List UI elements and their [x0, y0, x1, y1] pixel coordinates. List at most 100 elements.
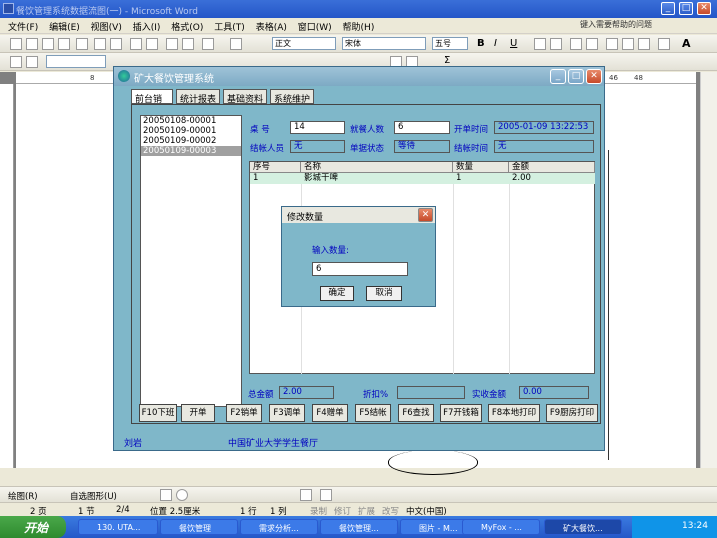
- toolbar-combo[interactable]: [46, 55, 106, 68]
- sigma-icon[interactable]: Σ: [444, 55, 450, 66]
- status-bar: 2 页 1 节 2/4 位置 2.5厘米 1 行 1 列 录制 修订 扩展 改写…: [0, 502, 717, 517]
- table-row-cell[interactable]: 影城干啤: [301, 173, 453, 184]
- autoshape-menu[interactable]: 自选图形(U): [70, 490, 117, 502]
- align-center-icon[interactable]: [586, 38, 598, 50]
- char-border-icon[interactable]: [534, 38, 546, 50]
- permission-icon[interactable]: [58, 38, 70, 50]
- ruler-mark-8: 8: [90, 74, 95, 82]
- line-color-icon[interactable]: [320, 489, 332, 501]
- tab-maintenance[interactable]: 系统维护: [270, 89, 314, 105]
- grid-header-index[interactable]: 序号: [250, 162, 301, 173]
- vertical-scrollbar[interactable]: [700, 72, 717, 468]
- menu-insert[interactable]: 插入(I): [133, 20, 161, 33]
- font-combo[interactable]: 宋体: [342, 37, 426, 50]
- minimize-button[interactable]: _: [661, 2, 675, 15]
- underline-button[interactable]: U: [510, 38, 517, 49]
- task-catering-2[interactable]: 餐饮管理...: [320, 519, 398, 535]
- menu-view[interactable]: 视图(V): [91, 20, 122, 33]
- dialog-close-button[interactable]: ✕: [418, 208, 433, 222]
- list-item-selected[interactable]: 20050109-00003: [141, 146, 241, 156]
- grid-header-name[interactable]: 名称: [301, 162, 453, 173]
- italic-button[interactable]: I: [494, 38, 497, 49]
- tab-sales[interactable]: 前台销售: [131, 89, 173, 118]
- open-order-button[interactable]: 开单: [181, 404, 215, 422]
- hyperlink-icon[interactable]: [230, 38, 242, 50]
- tab-reports[interactable]: 统计报表: [176, 89, 220, 105]
- draw-menu[interactable]: 绘图(R): [8, 490, 38, 502]
- email-icon[interactable]: [76, 38, 88, 50]
- maximize-button[interactable]: □: [679, 2, 693, 15]
- style-combo[interactable]: 正文: [272, 37, 336, 50]
- f5-checkout-button[interactable]: F5结帐: [355, 404, 391, 422]
- table-field[interactable]: 14: [290, 121, 345, 134]
- f10-offduty-button[interactable]: F10下班: [139, 404, 177, 422]
- spelling-icon[interactable]: [130, 38, 142, 50]
- f6-search-button[interactable]: F6查找: [398, 404, 434, 422]
- list-item[interactable]: 20050109-00001: [141, 126, 241, 136]
- open-icon[interactable]: [26, 38, 38, 50]
- app-minimize-button[interactable]: _: [550, 69, 566, 84]
- start-button[interactable]: 开始: [0, 516, 66, 538]
- char-shade-icon[interactable]: [550, 38, 562, 50]
- menu-file[interactable]: 文件(F): [8, 20, 38, 33]
- task-app[interactable]: 矿大餐饮...: [544, 519, 622, 535]
- task-uta[interactable]: 130. UTA...: [78, 519, 158, 535]
- task-myfox[interactable]: MyFox - ...: [462, 519, 540, 535]
- list-item[interactable]: 20050108-00001: [141, 116, 241, 126]
- order-list[interactable]: 20050108-00001 20050109-00001 20050109-0…: [140, 115, 242, 407]
- guests-field[interactable]: 6: [394, 121, 450, 134]
- menu-format[interactable]: 格式(O): [171, 20, 203, 33]
- research-icon[interactable]: [146, 38, 158, 50]
- numbering-icon[interactable]: [606, 38, 618, 50]
- quantity-input[interactable]: 6: [312, 262, 408, 276]
- undo-icon[interactable]: [202, 38, 214, 50]
- help-search-box[interactable]: 键入需要帮助的问题: [580, 19, 700, 32]
- font-color-icon[interactable]: A: [682, 37, 691, 50]
- ok-button[interactable]: 确定: [320, 286, 354, 301]
- paste-icon[interactable]: [182, 38, 194, 50]
- f4-gift-button[interactable]: F4赠单: [312, 404, 348, 422]
- discount-field[interactable]: [397, 386, 465, 399]
- cut-icon[interactable]: [166, 38, 178, 50]
- menu-table[interactable]: 表格(A): [256, 20, 287, 33]
- f3-transfer-button[interactable]: F3调单: [269, 404, 305, 422]
- f8-local-print-button[interactable]: F8本地打印: [488, 404, 540, 422]
- edit-quantity-dialog[interactable]: 修改数量 ✕ 输入数量: 6 确定 取消: [281, 206, 436, 307]
- grid-header-amount[interactable]: 金额: [509, 162, 595, 173]
- rectangle-icon[interactable]: [160, 489, 172, 501]
- cancel-button[interactable]: 取消: [366, 286, 402, 301]
- preview-icon[interactable]: [110, 38, 122, 50]
- font-size-combo[interactable]: 五号: [432, 37, 468, 50]
- oval-icon[interactable]: [176, 489, 188, 501]
- tools-icon[interactable]: [26, 56, 38, 68]
- f9-kitchen-print-button[interactable]: F9厨房打印: [546, 404, 598, 422]
- menu-edit[interactable]: 编辑(E): [49, 20, 80, 33]
- f2-cancel-button[interactable]: F2销单: [226, 404, 262, 422]
- align-left-icon[interactable]: [570, 38, 582, 50]
- tab-basic-data[interactable]: 基础资料: [223, 89, 267, 105]
- table-row-cell[interactable]: 2.00: [509, 173, 595, 184]
- clock[interactable]: 13:24: [682, 521, 708, 531]
- edit-icon[interactable]: [10, 56, 22, 68]
- indent-icon[interactable]: [638, 38, 650, 50]
- app-close-button[interactable]: ✕: [586, 69, 602, 84]
- app-maximize-button[interactable]: □: [568, 69, 584, 84]
- menu-tools[interactable]: 工具(T): [214, 20, 245, 33]
- menu-window[interactable]: 窗口(W): [298, 20, 332, 33]
- list-item[interactable]: 20050109-00002: [141, 136, 241, 146]
- close-button[interactable]: ✕: [697, 2, 711, 15]
- fill-color-icon[interactable]: [300, 489, 312, 501]
- highlight-icon[interactable]: [658, 38, 670, 50]
- bullets-icon[interactable]: [622, 38, 634, 50]
- save-icon[interactable]: [42, 38, 54, 50]
- table-row-cell[interactable]: 1: [453, 173, 509, 184]
- print-icon[interactable]: [94, 38, 106, 50]
- table-row-cell[interactable]: 1: [250, 173, 301, 184]
- grid-header-qty[interactable]: 数量: [453, 162, 509, 173]
- new-doc-icon[interactable]: [10, 38, 22, 50]
- task-requirements[interactable]: 需求分析...: [240, 519, 318, 535]
- bold-button[interactable]: B: [477, 38, 485, 49]
- task-catering[interactable]: 餐饮管理: [160, 519, 238, 535]
- menu-help[interactable]: 帮助(H): [343, 20, 375, 33]
- f7-cashbox-button[interactable]: F7开钱箱: [440, 404, 482, 422]
